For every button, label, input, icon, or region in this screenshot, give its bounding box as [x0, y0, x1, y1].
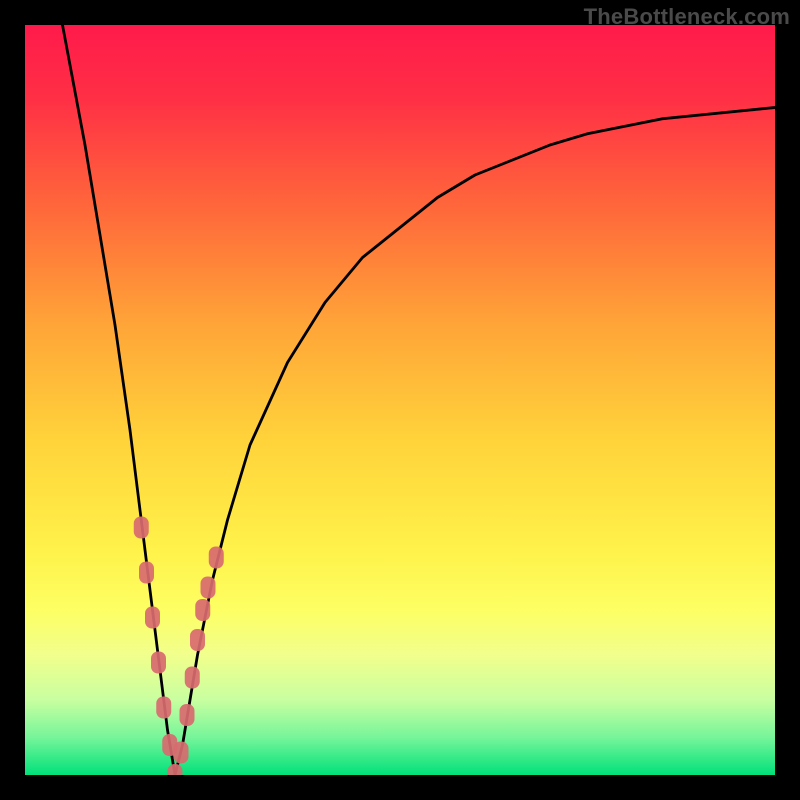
- highlight-marker: [201, 577, 216, 599]
- chart-plot-area: [25, 25, 775, 775]
- highlight-marker: [134, 517, 149, 539]
- highlight-marker: [156, 697, 171, 719]
- highlight-marker: [185, 667, 200, 689]
- highlight-marker: [195, 599, 210, 621]
- highlight-marker: [145, 607, 160, 629]
- gradient-background: [25, 25, 775, 775]
- highlight-marker: [180, 704, 195, 726]
- highlight-marker: [190, 629, 205, 651]
- highlight-marker: [139, 562, 154, 584]
- watermark-text: TheBottleneck.com: [584, 4, 790, 30]
- chart-svg: [25, 25, 775, 775]
- chart-frame: TheBottleneck.com: [0, 0, 800, 800]
- highlight-marker: [209, 547, 224, 569]
- highlight-marker: [151, 652, 166, 674]
- highlight-marker: [174, 742, 189, 764]
